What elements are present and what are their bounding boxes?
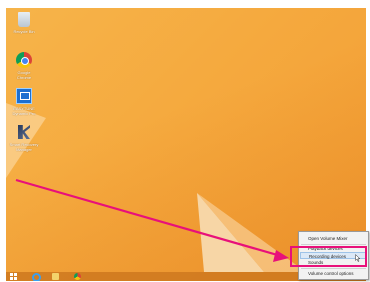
annotation-arrow xyxy=(15,178,289,262)
annotation-arrow-head xyxy=(273,250,289,262)
annotation-arrow-line xyxy=(15,178,282,258)
